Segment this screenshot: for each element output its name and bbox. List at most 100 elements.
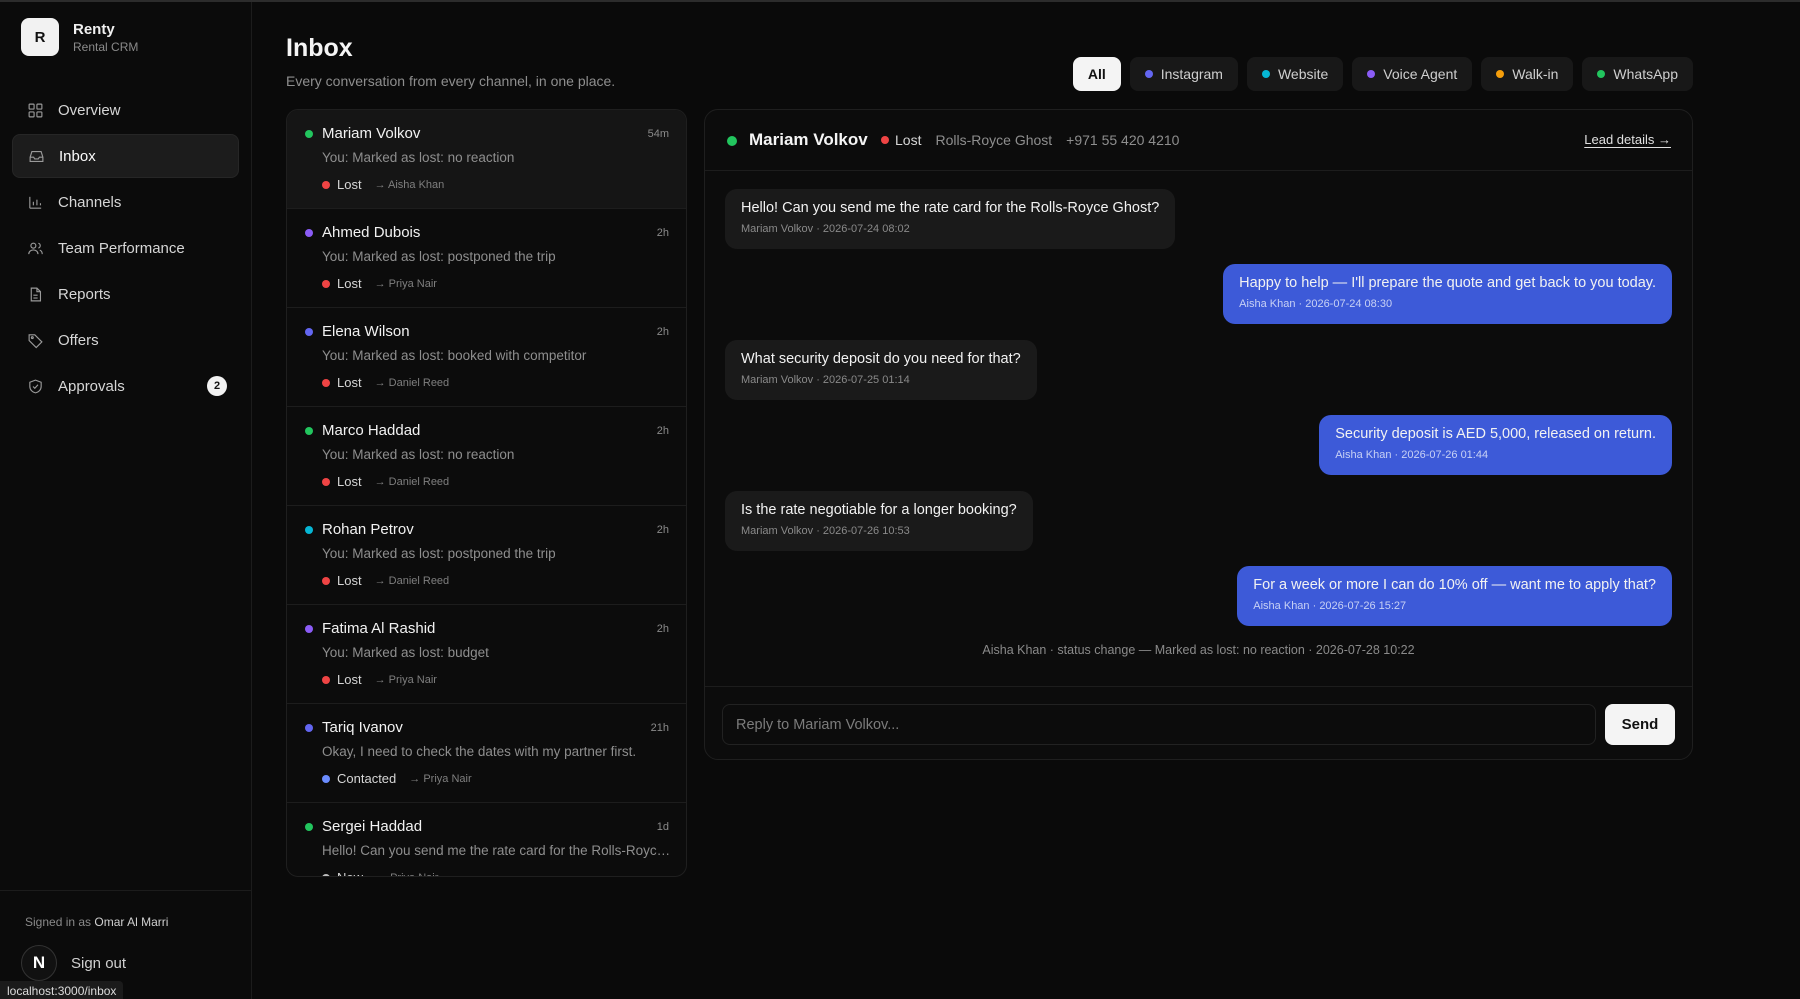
sign-out-label: Sign out [71, 954, 127, 972]
outgoing-message: For a week or more I can do 10% off — wa… [1237, 566, 1672, 626]
conversation-time: 2h [656, 524, 669, 536]
incoming-message: What security deposit do you need for th… [725, 340, 1037, 400]
conversation-item[interactable]: Fatima Al Rashid 2h You: Marked as lost: b… [287, 605, 686, 704]
conversation-item[interactable]: Marco Haddad 2h You: Marked as lost: no re… [287, 407, 686, 506]
assignee: → Priya Nair [409, 772, 472, 785]
filter-chip-whatsapp[interactable]: WhatsApp [1582, 57, 1693, 91]
filter-label: Voice Agent [1383, 66, 1458, 82]
conversation-item[interactable]: Elena Wilson 2h You: Marked as lost: booke… [287, 308, 686, 407]
brand-logo: R [21, 18, 59, 56]
conversation-name: Marco Haddad [322, 422, 421, 439]
channel-dot [305, 625, 313, 633]
conversation-preview: You: Marked as lost: no reaction [322, 447, 515, 462]
channel-dot [305, 823, 313, 831]
sign-out-button[interactable]: N Sign out [21, 945, 126, 981]
conversation-name: Rohan Petrov [322, 521, 414, 538]
sidebar-item-label: Channels [58, 193, 122, 211]
channel-filters: All Instagram Website Voice Agent Walk-in Wha… [1072, 57, 1693, 91]
phone: +971 55 420 4210 [1066, 132, 1180, 148]
send-button[interactable]: Send [1605, 704, 1675, 745]
conversation-time: 2h [656, 425, 669, 437]
status-label: Lost [337, 375, 362, 390]
filter-label: Website [1277, 66, 1329, 82]
sidebar-item-label: Team Performance [58, 239, 185, 257]
assignee: → Priya Nair [374, 277, 437, 290]
assignee: → Daniel Reed [374, 475, 450, 488]
conversation-preview: Okay, I need to check the dates with my … [322, 744, 637, 759]
channel-dot [305, 328, 313, 336]
channel-dot [1496, 70, 1505, 78]
conversation-status: Contacted → Priya Nair [322, 771, 472, 786]
message-meta: Mariam Volkov · 2026-07-26 10:53 [741, 525, 910, 537]
filter-chip-voice-agent[interactable]: Voice Agent [1352, 57, 1473, 91]
status-label: Lost [337, 573, 362, 588]
conversation-list: Mariam Volkov 54m You: Marked as lost: no … [286, 109, 687, 877]
sidebar-item-label: Approvals [58, 377, 125, 395]
filter-label: All [1087, 66, 1106, 82]
sidebar-item-label: Reports [58, 285, 111, 303]
message-text: For a week or more I can do 10% off — wa… [1253, 577, 1656, 593]
brand-name: Renty [73, 20, 115, 38]
conversation-time: 2h [656, 227, 669, 239]
sidebar-item-label: Inbox [59, 147, 96, 165]
status-dot [322, 477, 330, 486]
conversation-time: 1d [656, 821, 669, 833]
grid-icon [26, 101, 44, 119]
channel-dot [1144, 70, 1153, 78]
sidebar-item-team-performance[interactable]: Team Performance [12, 226, 239, 270]
filter-label: Walk-in [1512, 66, 1559, 82]
status-label: Contacted [337, 771, 397, 786]
avatar: N [21, 945, 57, 981]
sidebar-item-reports[interactable]: Reports [12, 272, 239, 316]
status-url: localhost:3000/inbox [0, 981, 124, 999]
sidebar-item-overview[interactable]: Overview [12, 88, 239, 132]
conversation-item[interactable]: Tariq Ivanov 21h Okay, I need to check the… [287, 704, 686, 803]
incoming-message: Hello! Can you send me the rate card for… [725, 189, 1176, 249]
message-text: Hello! Can you send me the rate card for… [741, 200, 1160, 216]
brand[interactable]: R Renty Rental CRM [21, 18, 138, 56]
assignee: → Daniel Reed [374, 574, 450, 587]
sidebar-item-label: Offers [58, 331, 99, 349]
channel-dot [727, 136, 737, 146]
filter-chip-walk-in[interactable]: Walk-in [1481, 57, 1574, 91]
message-meta: Aisha Khan · 2026-07-26 01:44 [1335, 449, 1489, 461]
document-icon [26, 285, 44, 303]
filter-chip-all[interactable]: All [1072, 57, 1121, 91]
conversation-time: 2h [656, 623, 669, 635]
conversation-item[interactable]: Mariam Volkov 54m You: Marked as lost: no … [287, 110, 686, 209]
message-text: What security deposit do you need for th… [741, 351, 1021, 367]
incoming-message: Is the rate negotiable for a longer book… [725, 491, 1033, 551]
filter-chip-website[interactable]: Website [1246, 57, 1344, 91]
channel-dot [1367, 70, 1376, 78]
sidebar-item-offers[interactable]: Offers [12, 318, 239, 362]
vehicle: Rolls-Royce Ghost [935, 132, 1053, 148]
conversation-name: Mariam Volkov [322, 125, 421, 142]
approvals-count-badge: 2 [207, 376, 227, 396]
status-dot [322, 279, 330, 288]
conversation-time: 2h [656, 326, 669, 338]
message-meta: Aisha Khan · 2026-07-26 15:27 [1253, 600, 1407, 612]
system-note: Aisha Khan · status change — Marked as l… [982, 643, 1415, 657]
conversation-item[interactable]: Rohan Petrov 2h You: Marked as lost: postp… [287, 506, 686, 605]
brand-subtitle: Rental CRM [73, 39, 139, 54]
sidebar-item-channels[interactable]: Channels [12, 180, 239, 224]
message-text: Security deposit is AED 5,000, released … [1335, 426, 1656, 442]
reply-input[interactable] [722, 704, 1596, 745]
chat-header: Mariam Volkov Lost Rolls-Royce Ghost +97… [705, 110, 1692, 171]
conversation-status: Lost → Daniel Reed [322, 375, 449, 390]
filter-label: WhatsApp [1613, 66, 1678, 82]
conversation-item[interactable]: Sergei Haddad 1d Hello! Can you send me th… [287, 803, 686, 876]
conversation-name: Fatima Al Rashid [322, 620, 436, 637]
chat-panel: Mariam Volkov Lost Rolls-Royce Ghost +97… [704, 109, 1693, 760]
conversation-name: Elena Wilson [322, 323, 410, 340]
assignee: → Aisha Khan [374, 178, 445, 191]
filter-chip-instagram[interactable]: Instagram [1129, 57, 1238, 91]
lead-details-link[interactable]: Lead details → [1584, 132, 1671, 147]
sidebar-item-inbox[interactable]: Inbox [12, 134, 239, 178]
status-label: Lost [337, 474, 362, 489]
message-meta: Mariam Volkov · 2026-07-24 08:02 [741, 223, 910, 235]
channel-dot [305, 526, 313, 534]
sidebar-item-label: Overview [58, 101, 121, 119]
sidebar-item-approvals[interactable]: Approvals 2 [12, 364, 239, 408]
conversation-item[interactable]: Ahmed Dubois 2h You: Marked as lost: postp… [287, 209, 686, 308]
